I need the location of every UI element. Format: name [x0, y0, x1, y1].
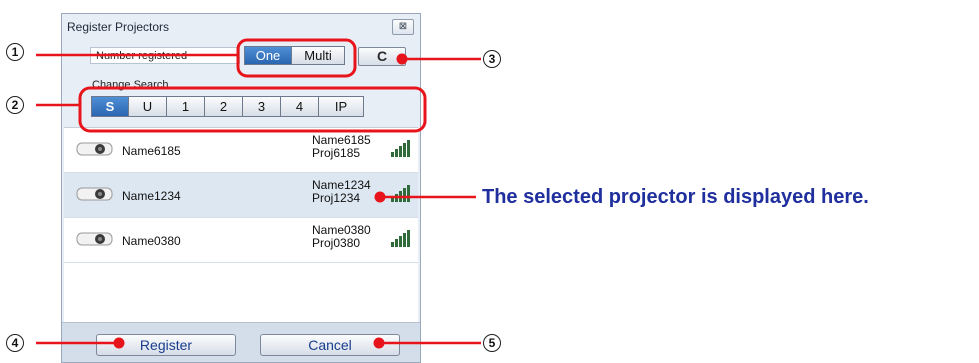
projector-icon: [76, 187, 113, 201]
search-ip-button[interactable]: IP: [318, 96, 364, 117]
signal-strength-icon: [391, 140, 410, 157]
projector-details: Name6185 Proj6185: [312, 133, 371, 160]
search-s-button[interactable]: S: [91, 96, 129, 117]
callout-number-4: 4: [6, 334, 24, 352]
projector-list[interactable]: Name6185 Name6185 Proj6185 Name1234 Name1…: [64, 127, 418, 323]
search-3-button[interactable]: 3: [242, 96, 281, 117]
projector-details: Name1234 Proj1234: [312, 178, 371, 205]
callout-number-2: 2: [6, 96, 24, 114]
projector-icon: [76, 142, 113, 156]
search-1-button[interactable]: 1: [166, 96, 205, 117]
callout-number-5: 5: [483, 334, 501, 352]
register-projectors-dialog: Register Projectors ⊠ Number registered …: [61, 13, 421, 363]
cancel-button[interactable]: Cancel: [260, 334, 400, 356]
projector-name: Name1234: [122, 189, 181, 203]
projector-name: Name0380: [122, 234, 181, 248]
callout-number-1: 1: [6, 43, 24, 61]
one-toggle-button[interactable]: One: [244, 46, 292, 65]
refresh-button[interactable]: C: [358, 47, 406, 66]
close-button[interactable]: ⊠: [392, 19, 414, 35]
change-search-label: Change Search: [92, 79, 169, 91]
multi-toggle-button[interactable]: Multi: [291, 46, 345, 65]
projector-name: Name6185: [122, 144, 181, 158]
projector-item-selected[interactable]: Name1234 Name1234 Proj1234: [64, 173, 418, 218]
search-u-button[interactable]: U: [128, 96, 167, 117]
number-registered-label: Number registered: [90, 47, 240, 64]
search-4-button[interactable]: 4: [280, 96, 319, 117]
refresh-icon: C: [376, 48, 388, 64]
projector-item[interactable]: Name0380 Name0380 Proj0380: [64, 218, 418, 263]
projector-icon: [76, 232, 113, 246]
search-2-button[interactable]: 2: [204, 96, 243, 117]
dialog-title: Register Projectors: [67, 20, 170, 34]
projector-item[interactable]: Name6185 Name6185 Proj6185: [64, 128, 418, 173]
signal-strength-icon: [391, 185, 410, 202]
title-bar: Register Projectors ⊠: [62, 14, 420, 38]
register-button[interactable]: Register: [96, 334, 236, 356]
dialog-footer: Register Cancel: [62, 322, 420, 362]
signal-strength-icon: [391, 230, 410, 247]
selected-projector-callout-text: The selected projector is displayed here…: [482, 186, 869, 208]
callout-number-3: 3: [483, 50, 501, 68]
projector-details: Name0380 Proj0380: [312, 223, 371, 250]
